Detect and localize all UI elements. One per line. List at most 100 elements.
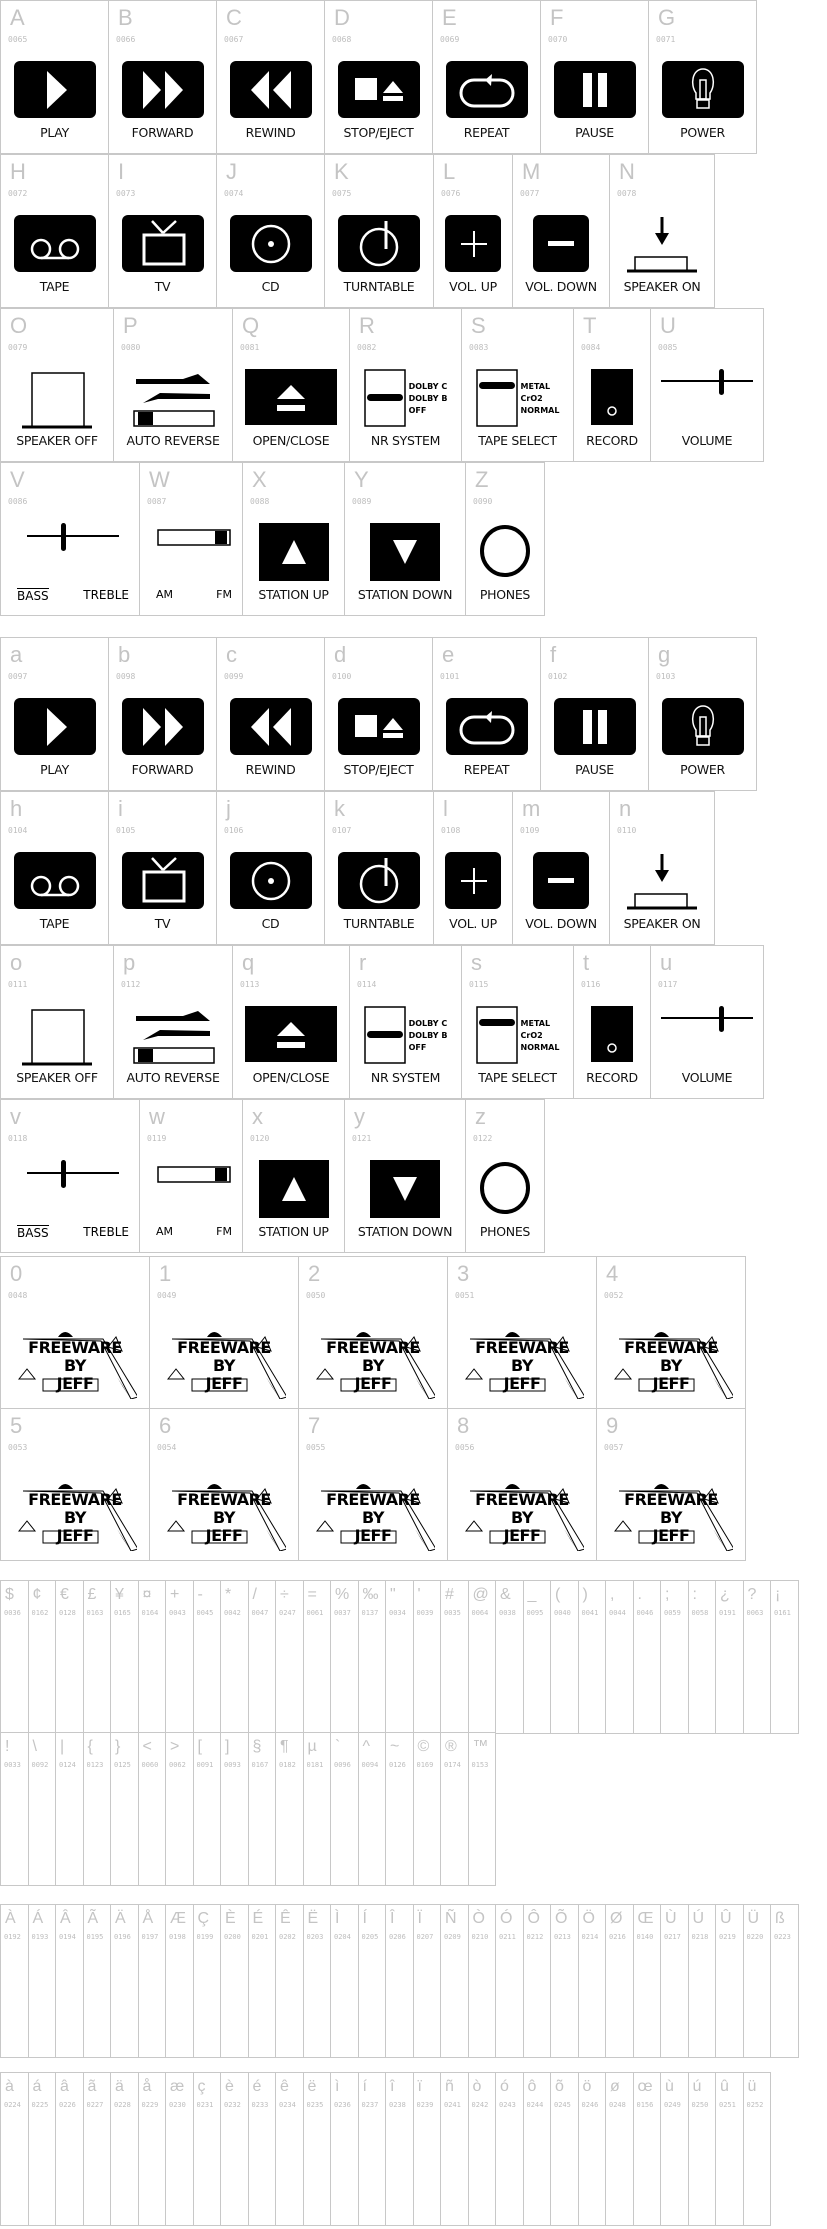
switch-option-label: METAL (520, 1019, 551, 1028)
glyph-label: TAPE SELECT (478, 433, 557, 448)
glyph-character: P (123, 313, 138, 338)
glyph-character: å (142, 2078, 152, 2095)
glyph-code: 0064 (471, 1609, 489, 1617)
glyph-preview (466, 523, 544, 584)
glyph-preview (243, 523, 344, 581)
switch-option-label: DOLBY B (408, 1031, 448, 1040)
glyph-cell: À 0192 (0, 1904, 29, 2058)
freeware-logo: FREEWARE BY JEFF (1, 1327, 149, 1399)
glyph-character: T (583, 313, 597, 338)
glyph-code: 0225 (31, 2101, 49, 2109)
glyph-label: TV (154, 279, 171, 294)
glyph-character: Z (475, 467, 489, 492)
glyph-preview (217, 215, 324, 272)
glyph-cell: ] 0093 (220, 1732, 249, 1886)
glyph-character: ¤ (142, 1586, 152, 1603)
glyph-code: 0060 (141, 1761, 159, 1769)
glyph-label: VOL. UP (449, 279, 497, 294)
glyph-character: ¡ (775, 1586, 781, 1603)
glyph-character: \ (32, 1738, 37, 1755)
volume-slider-icon (659, 369, 755, 404)
treble-label: TREBLE (83, 1225, 129, 1239)
glyph-cell: b 0098 FORWARD (108, 637, 217, 791)
glyph-character: â (60, 2078, 69, 2095)
glyph-code: 0126 (389, 1761, 406, 1769)
glyph-character: ) (582, 1586, 588, 1603)
glyph-character: Ñ (445, 1910, 457, 1927)
band-switch-icon: AM FM (144, 523, 238, 601)
repeat-icon (445, 61, 528, 118)
glyph-character: a (10, 642, 23, 667)
glyph-code: 0071 (656, 35, 676, 44)
auto-reverse-icon (128, 1006, 218, 1071)
glyph-code: 0234 (279, 2101, 296, 2109)
bass-label: BASS (17, 588, 49, 603)
glyph-label: PHONES (479, 1224, 531, 1239)
rewind-icon (229, 698, 312, 755)
glyph-cell: & 0038 (495, 1580, 524, 1734)
freeware-logo: FREEWARE BY JEFF (597, 1479, 745, 1551)
glyph-character: á (32, 2078, 42, 2095)
glyph-code: 0211 (499, 1933, 516, 1941)
switch-options: METAL CrO2 NORMAL (521, 369, 560, 417)
glyph-character: Ö (582, 1910, 595, 1927)
glyph-preview (651, 369, 763, 404)
glyph-code: 0055 (306, 1443, 326, 1452)
glyph-code: 0227 (86, 2101, 104, 2109)
glyph-cell: u 0117 VOLUME (650, 945, 764, 1099)
glyph-character: Ë (307, 1910, 319, 1927)
glyph-cell: ) 0041 (577, 1580, 606, 1734)
glyph-character: N (619, 159, 635, 184)
glyph-character: M (522, 159, 541, 184)
glyph-code: 0243 (499, 2101, 516, 2109)
freeware-logo: FREEWARE BY JEFF (448, 1479, 596, 1551)
logo-line: BY (362, 1356, 384, 1375)
glyph-code: 0203 (306, 1933, 324, 1941)
glyph-code: 0169 (416, 1761, 434, 1769)
glyph-character: F (550, 5, 564, 30)
glyph-character: Ê (280, 1910, 291, 1927)
logo-line: FREEWARE (326, 1490, 420, 1509)
glyph-character: W (149, 467, 170, 492)
glyph-code: 0247 (279, 1609, 296, 1617)
glyph-preview (325, 61, 432, 118)
glyph-code: 0067 (224, 35, 244, 44)
glyph-code: 0233 (251, 2101, 269, 2109)
glyph-code: 0161 (774, 1609, 791, 1617)
glyph-cell: Å 0197 (137, 1904, 166, 2058)
glyph-code: 0236 (334, 2101, 351, 2109)
glyph-cell: ? 0063 (742, 1580, 771, 1734)
glyph-cell: X 0088 STATION UP (242, 462, 345, 616)
glyph-character: } (115, 1738, 121, 1755)
glyph-cell: | 0124 (55, 1732, 84, 1886)
glyph-character: Q (242, 313, 260, 338)
glyph-cell: @0064 (467, 1580, 496, 1734)
glyph-character: õ (555, 2078, 564, 2095)
glyph-row: 0 0048 FREEWARE BY JEFF 1 0049 FREEWARE BY JEFF 2 0… (0, 1256, 746, 1409)
glyph-character: 6 (159, 1413, 172, 1438)
accented-lowercase-glyph-grid: à 0224 á 0225 â 0226 ã 0227 ä 0228 å 0229 æ 0230 ç 0231… (0, 2072, 771, 2226)
glyph-character: è (225, 2078, 234, 2095)
glyph-cell: Ö 0214 (577, 1904, 606, 2058)
glyph-code: 0039 (416, 1609, 434, 1617)
glyph-code: 0107 (332, 826, 352, 835)
glyph-cell: Æ 0198 (165, 1904, 194, 2058)
glyph-code: 0048 (8, 1291, 28, 1300)
glyph-code: 0162 (31, 1609, 49, 1617)
glyph-character: ! (5, 1738, 10, 1755)
tape-icon (13, 852, 96, 909)
glyph-cell: O 0079 SPEAKER OFF (0, 308, 114, 462)
glyph-character: 2 (308, 1261, 321, 1286)
glyph-preview: AM FM (140, 1160, 242, 1238)
freeware-logo: FREEWARE BY JEFF (1, 1479, 149, 1551)
glyph-preview (433, 698, 540, 755)
switch-option-label: CrO2 (520, 1031, 543, 1040)
glyph-code: 0125 (114, 1761, 131, 1769)
glyph-preview (109, 852, 216, 909)
glyph-character: ä (115, 2078, 124, 2095)
glyph-character: ì (335, 2078, 340, 2095)
glyph-character: û (720, 2078, 729, 2095)
freeware-logo: FREEWARE BY JEFF (150, 1327, 298, 1399)
freeware-logo-text: FREEWARE BY JEFF (299, 1491, 447, 1545)
glyph-code: 0120 (250, 1134, 270, 1143)
